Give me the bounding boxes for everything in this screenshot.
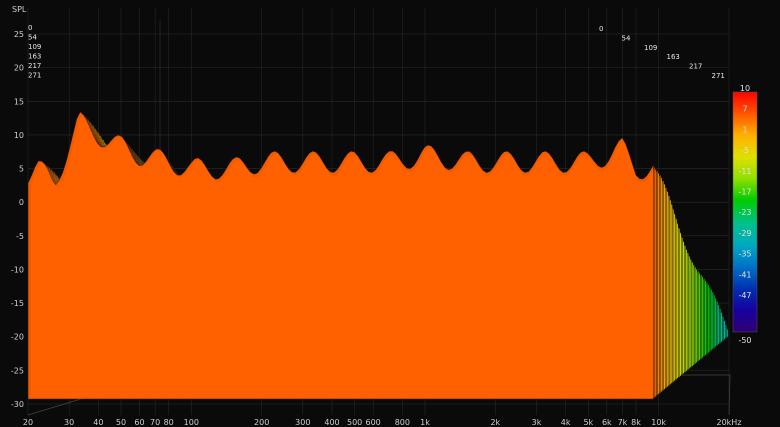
x-tick-label: 200 — [254, 418, 269, 427]
x-tick-label: 800 — [395, 418, 410, 427]
time-tick-label: 271 — [28, 72, 41, 80]
x-tick-label: 100 — [184, 418, 199, 427]
time-tick-label: 271 — [712, 72, 725, 80]
x-tick-label: 20 — [23, 418, 33, 427]
time-axis: 0 054 54109 109163 163217 217271 271 — [28, 24, 725, 80]
x-tick-label: 1k — [420, 418, 430, 427]
x-tick-label: 50 — [116, 418, 126, 427]
time-tick-label: 0 — [599, 25, 603, 33]
y-tick-label: -10 — [11, 265, 24, 274]
x-tick-label: 600 — [366, 418, 381, 427]
colorbar: 10 7 1 -5 -11 -17 -23 -29 -35 -41 -47 -50 — [732, 84, 758, 345]
time-tick-label: 54 — [622, 34, 631, 42]
y-tick-label: 25 — [14, 30, 24, 39]
y-tick-label: -15 — [11, 299, 24, 308]
colorbar-tick-label: -47 — [738, 291, 751, 300]
time-tick-label: 217 — [28, 62, 41, 70]
time-tick-label: 163 — [667, 53, 680, 61]
x-tick-label: 4k — [561, 418, 571, 427]
x-tick-label: 70 — [150, 418, 160, 427]
colorbar-tick-label: 1 — [742, 125, 747, 134]
colorbar-tick-label: -17 — [738, 188, 751, 197]
x-tick-label: 2k — [490, 418, 500, 427]
time-tick-label: 163 — [28, 53, 41, 61]
x-axis: 20 30 40 50 60 70 80 100 200 300 400 500 600 800 1k 2k 3… — [23, 418, 742, 427]
x-tick-label: 60 — [134, 418, 144, 427]
time-tick-label: 54 — [28, 34, 37, 42]
x-tick-label: 40 — [93, 418, 103, 427]
x-tick-label: 80 — [164, 418, 174, 427]
y-tick-label: 5 — [19, 165, 24, 174]
x-tick-label: 3k — [532, 418, 542, 427]
colorbar-tick-label: 10 — [740, 84, 750, 93]
x-tick-label: 7k — [618, 418, 628, 427]
colorbar-tick-label: -23 — [738, 208, 751, 217]
y-tick-label: 15 — [14, 97, 24, 106]
y-tick-label: 20 — [14, 64, 24, 73]
x-tick-label: 400 — [324, 418, 339, 427]
x-tick-label: 6k — [602, 418, 612, 427]
colorbar-tick-label: 7 — [742, 105, 747, 114]
x-tick-label: 8k — [631, 418, 641, 427]
time-tick-label: 109 — [644, 44, 657, 52]
y-axis-label: SPL — [12, 5, 27, 14]
waterfall-plot: 2520151050-5-10-15-20-25-30 20 30 40 50 60 70… — [11, 5, 758, 427]
time-tick-label: 109 — [28, 43, 41, 51]
colorbar-tick-label: -29 — [738, 229, 751, 238]
x-tick-label: 10k — [651, 418, 666, 427]
x-tick-label: 300 — [295, 418, 310, 427]
colorbar-tick-label: -50 — [738, 336, 751, 345]
y-tick-label: 10 — [14, 131, 24, 140]
x-tick-label: 30 — [64, 418, 74, 427]
y-tick-label: -30 — [11, 400, 24, 409]
waterfall-slice — [27, 111, 654, 400]
y-axis: 25 20 15 10 5 0 -5 -10 -15 -20 -25 -30 — [11, 30, 24, 409]
y-tick-label: 0 — [19, 198, 24, 207]
waterfall-surface — [27, 111, 729, 400]
time-tick-label: 0 — [28, 24, 32, 32]
colorbar-tick-label: -5 — [741, 146, 749, 155]
y-tick-label: -5 — [16, 232, 24, 241]
colorbar-tick-label: -41 — [738, 270, 751, 279]
time-tick-label: 217 — [689, 63, 702, 71]
y-tick-label: -25 — [11, 366, 24, 375]
x-tick-label: 20kHz — [716, 418, 741, 427]
colorbar-tick-label: -35 — [738, 250, 751, 259]
x-tick-label: 500 — [347, 418, 362, 427]
x-tick-label: 5k — [583, 418, 593, 427]
colorbar-tick-label: -11 — [738, 167, 751, 176]
y-tick-label: -20 — [11, 333, 24, 342]
